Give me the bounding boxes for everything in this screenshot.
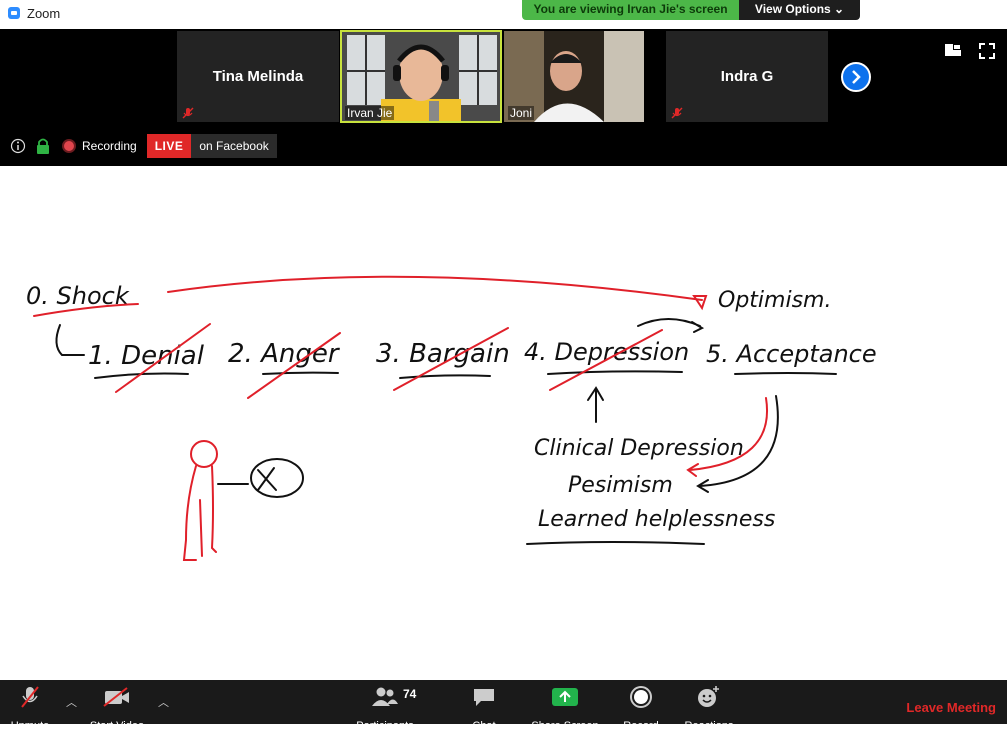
meeting-status-bar: Recording LIVE on Facebook: [10, 133, 277, 159]
info-icon[interactable]: [10, 138, 26, 154]
optimism-text: Optimism.: [718, 288, 831, 313]
fullscreen-icon[interactable]: [979, 43, 995, 59]
video-options-caret-icon[interactable]: ︿: [158, 694, 169, 710]
mic-muted-icon: [671, 107, 683, 119]
viewing-message: You are viewing Irvan Jie's screen: [522, 0, 739, 20]
reactions-button[interactable]: Reactions: [669, 684, 749, 732]
chat-button[interactable]: Chat: [444, 684, 524, 732]
chat-label: Chat: [472, 720, 496, 732]
video-strip: Tina Melinda Irvan Jie Joni Indra G Reco…: [0, 29, 1007, 166]
participant-tile-tina[interactable]: Tina Melinda: [177, 31, 339, 122]
unmute-label: Unmute: [10, 720, 50, 732]
start-video-button[interactable]: Start Video: [77, 684, 157, 732]
participants-count: 74: [403, 687, 417, 701]
live-target-label[interactable]: on Facebook: [191, 134, 277, 158]
layout-view-icon[interactable]: [945, 43, 963, 57]
video-off-icon: [103, 687, 129, 707]
recording-indicator-icon: [62, 139, 76, 153]
zoom-logo-icon: [8, 7, 20, 19]
share-screen-label: Share Screen: [531, 720, 599, 732]
participant-name: Indra G: [720, 68, 774, 85]
participant-name: Irvan Jie: [345, 106, 395, 120]
unmute-button[interactable]: Unmute: [0, 684, 70, 732]
record-icon: [630, 686, 652, 708]
reactions-label: Reactions: [684, 720, 734, 732]
chat-bubble-icon: [474, 689, 494, 706]
clinical-depression-text: Clinical Depression: [534, 436, 744, 461]
view-options-button[interactable]: View Options ⌄: [739, 0, 860, 20]
live-badge[interactable]: LIVE: [146, 134, 192, 158]
screen-share-banner: You are viewing Irvan Jie's screen View …: [522, 0, 860, 20]
stage-acceptance-text: 5. Acceptance: [706, 340, 877, 368]
pesimism-text: Pesimism: [568, 473, 673, 498]
recording-label[interactable]: Recording: [82, 139, 137, 153]
chevron-right-icon: [852, 70, 861, 84]
mic-muted-icon: [182, 107, 194, 119]
share-screen-icon: [552, 688, 578, 706]
reaction-smiley-icon: [698, 686, 719, 707]
whiteboard-drawing: 0. Shock 1. Denial 2. Anger 3. Bargain 4…: [26, 275, 877, 561]
participant-name: Tina Melinda: [212, 68, 304, 85]
share-screen-button[interactable]: Share Screen: [525, 684, 605, 732]
audio-options-caret-icon[interactable]: ︿: [66, 694, 77, 710]
learned-helplessness-text: Learned helplessness: [538, 507, 775, 532]
stage-depression-text: 4. Depression: [524, 338, 689, 366]
meeting-toolbar: Unmute ︿ Start Video ︿ Participants 74 C…: [0, 680, 1007, 732]
leave-meeting-button[interactable]: Leave Meeting: [906, 700, 996, 715]
participants-label: Participants: [356, 720, 414, 732]
shared-whiteboard: 0. Shock 1. Denial 2. Anger 3. Bargain 4…: [0, 166, 1007, 680]
start-video-label: Start Video: [89, 720, 145, 732]
stage-denial-text: 1. Denial: [88, 341, 205, 371]
participant-name: Joni: [508, 106, 535, 120]
next-page-button[interactable]: [841, 62, 871, 92]
participant-tile-joni[interactable]: Joni: [504, 31, 644, 122]
participant-tile-irvan[interactable]: Irvan Jie: [340, 30, 502, 123]
encryption-lock-icon[interactable]: [36, 138, 50, 154]
participant-tile-indra[interactable]: Indra G: [666, 31, 828, 122]
app-title: Zoom: [27, 6, 61, 21]
view-controls: [945, 43, 995, 59]
participants-icon: [372, 687, 398, 706]
mic-muted-icon: [21, 686, 39, 708]
